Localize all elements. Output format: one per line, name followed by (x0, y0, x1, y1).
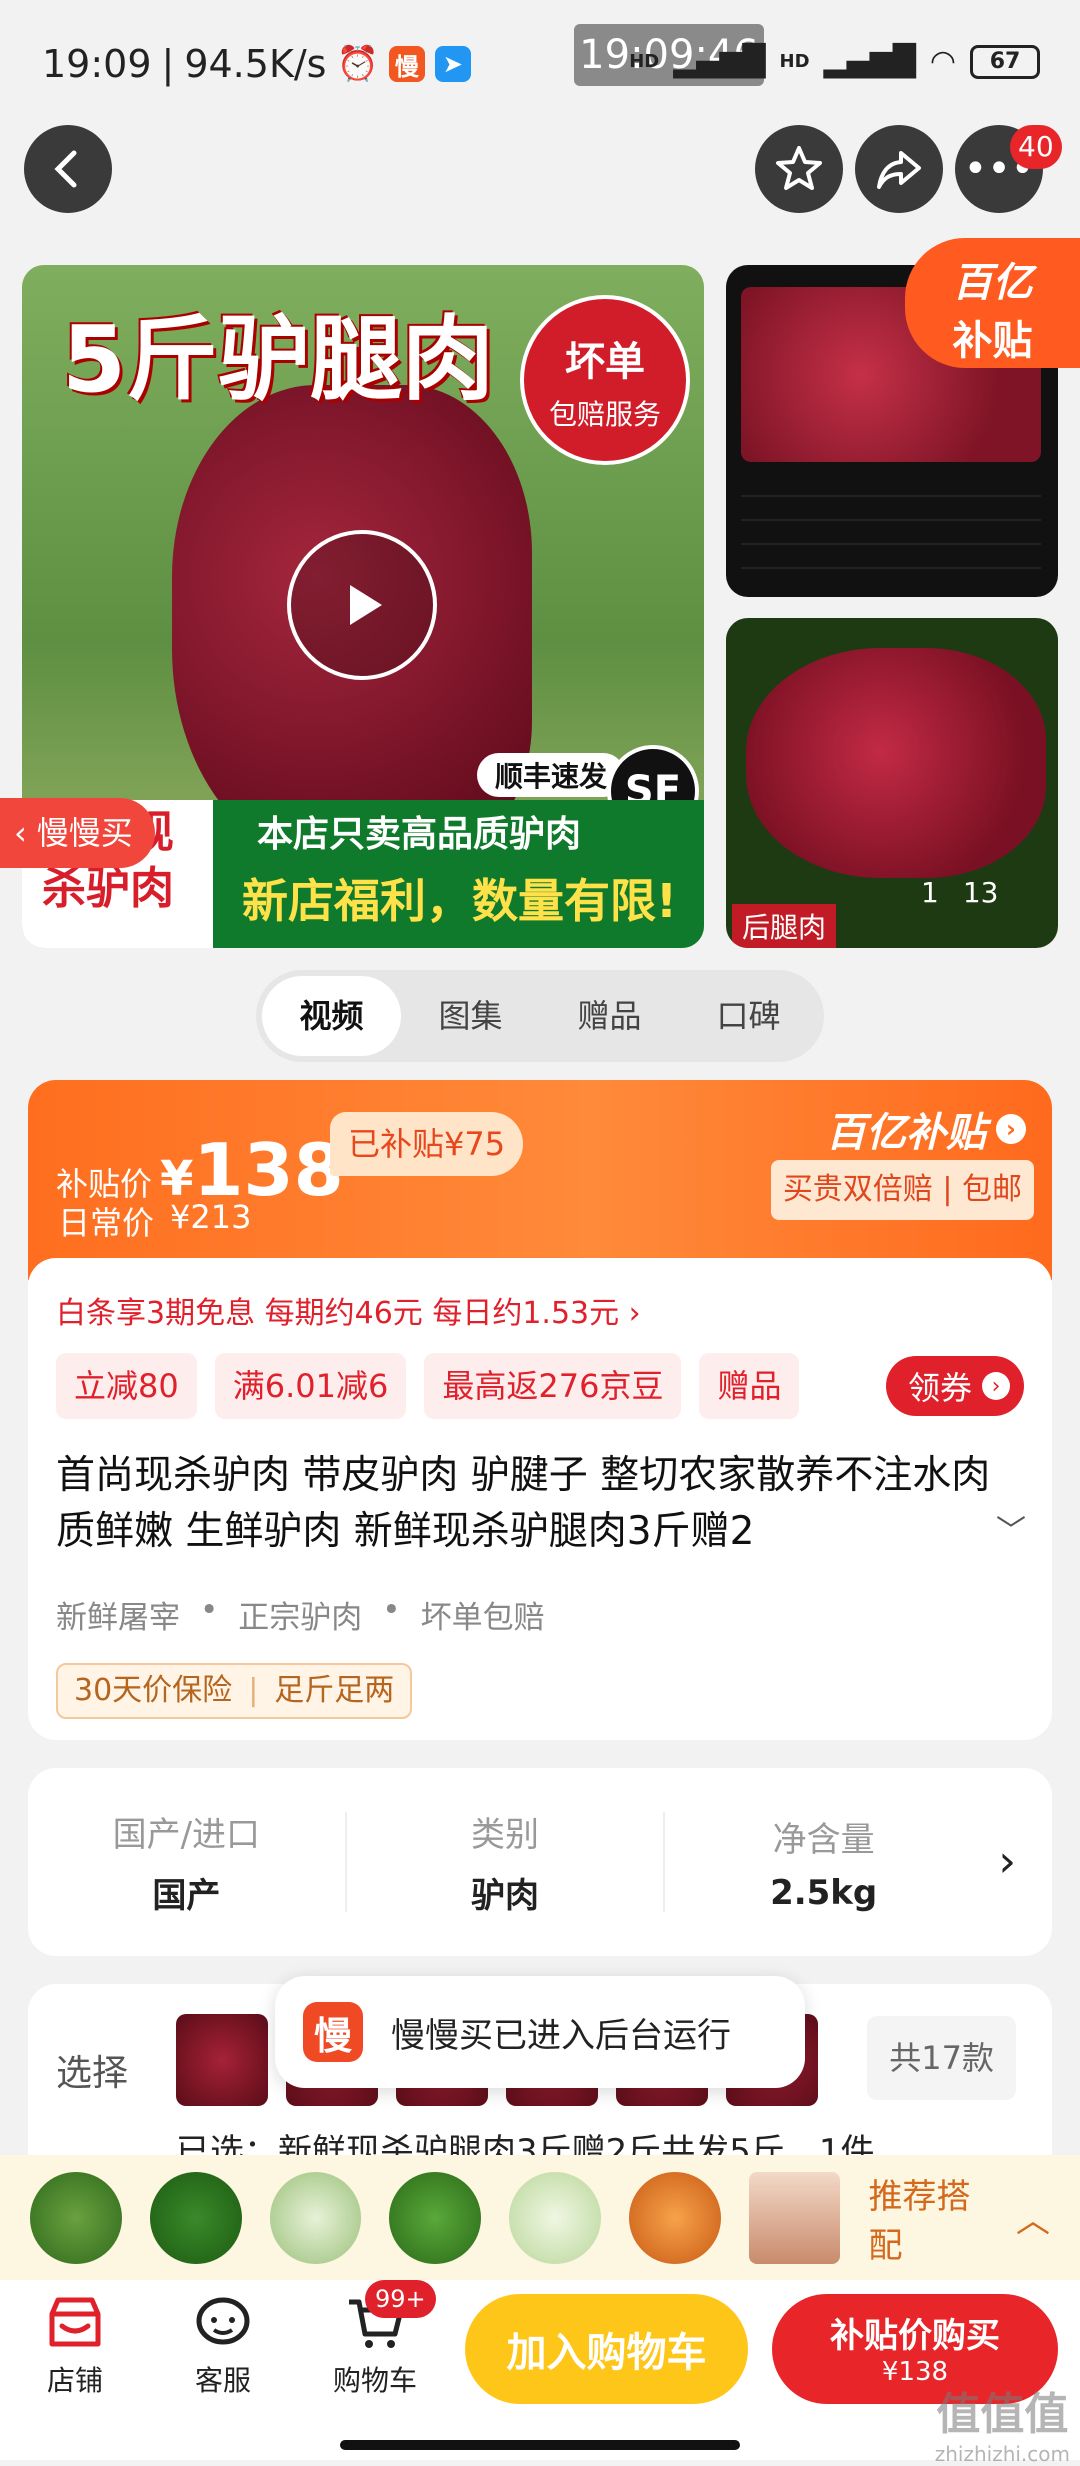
subsidy-brand[interactable]: 百亿补贴 › (826, 1100, 1026, 1158)
welfare-text: 新店福利，数量有限! (242, 874, 677, 928)
battery-icon: 67 (970, 44, 1040, 79)
subsidy-corner: 百亿 补贴 (905, 238, 1080, 368)
chevron-right-icon: › (982, 1372, 1010, 1400)
spec-origin: 国产/进口 国产 (112, 1815, 261, 1916)
product-tags: 新鲜屠宰 • 正宗驴肉 • 坏单包赔 (56, 1592, 545, 1636)
service-tags[interactable]: 30天价保险 | 足斤足两 (56, 1663, 413, 1719)
thumbnail-2[interactable]: 后腿肉 1 13 (726, 618, 1058, 948)
daily-price: 日常价 ¥213 (58, 1198, 252, 1242)
promo-chip[interactable]: 最高返276京豆 (424, 1353, 682, 1419)
promo-chip[interactable]: 立减80 (56, 1353, 197, 1419)
tab-reviews[interactable]: 口碑 (679, 976, 818, 1056)
cart-count-badge: 99+ (365, 2280, 436, 2318)
bottom-bar: 店铺 客服 购物车 99+ 加入购物车 补贴价购买 ¥138 值值值 zhizh… (0, 2280, 1080, 2466)
rear-leg-label: 后腿肉 (732, 904, 837, 948)
promo-chip[interactable]: 满6.01减6 (214, 1353, 407, 1419)
signal-icon-2: ▂▄▆█ (823, 44, 916, 79)
expand-title-icon[interactable]: ﹀ (996, 1506, 1026, 1550)
subsidized-amount: 已补贴¥75 (330, 1112, 524, 1176)
share-button[interactable] (855, 125, 943, 213)
chevron-left-icon: ‹ (14, 814, 27, 852)
alarm-icon: ⏰ (336, 44, 379, 84)
recommend-item[interactable] (628, 2171, 721, 2264)
product-tag: 坏单包赔 (420, 1600, 545, 1636)
signal-icon: ▂▄▆█ (673, 44, 766, 79)
wifi-icon: ◠ (929, 44, 956, 79)
product-tag: 新鲜屠宰 (56, 1600, 180, 1636)
chevron-left-icon (54, 150, 77, 188)
tab-video[interactable]: 视频 (262, 976, 401, 1056)
select-label: 选择 (56, 2053, 129, 2094)
page-indicator: 1 13 (921, 876, 999, 909)
variant-count[interactable]: 共17款 (867, 2016, 1016, 2100)
shop-icon (49, 2297, 101, 2347)
installment-info[interactable]: 白条享3期免息 每期约46元 每日约1.53元 › (56, 1288, 641, 1332)
status-bar: 19:09 | 94.5K/s ⏰ 慢 ➤ 19:09:46 HD ▂▄▆█ H… (0, 0, 1080, 130)
watermark: 值值值 zhizhizhi.com (934, 2389, 1070, 2466)
play-button[interactable] (287, 530, 437, 680)
add-to-cart-button[interactable]: 加入购物车 (465, 2294, 748, 2404)
recommend-item[interactable] (389, 2171, 482, 2264)
product-info-card: 白条享3期免息 每期约46元 每日约1.53元 › 立减80 满6.01减6 最… (28, 1258, 1052, 1740)
app-logo-icon: 慢 (303, 2002, 363, 2062)
promo-chips: 立减80 满6.01减6 最高返276京豆 赠品 (56, 1353, 817, 1419)
variant-thumb[interactable] (176, 2014, 268, 2106)
chevron-right-icon: › (998, 1836, 1016, 1887)
get-coupon-button[interactable]: 领券 › (885, 1356, 1024, 1416)
specs-card[interactable]: 国产/进口 国产 类别 驴肉 净含量 2.5kg › (28, 1768, 1052, 1956)
status-time: 19:09 (42, 42, 152, 86)
promo-chip[interactable]: 赠品 (699, 1353, 800, 1419)
meat-image (746, 648, 1046, 878)
signal-hd-2: HD (779, 51, 810, 72)
status-speed: 94.5K/s (184, 42, 327, 86)
recommend-item[interactable] (269, 2171, 362, 2264)
app-badge-icon: 慢 (388, 46, 425, 82)
more-count-badge: 40 (1010, 125, 1062, 169)
home-indicator (340, 2440, 740, 2450)
nav-shop[interactable]: 店铺 (32, 2294, 118, 2399)
signal-hd-1: HD (629, 51, 660, 72)
tab-gallery[interactable]: 图集 (401, 976, 540, 1056)
recommend-item[interactable] (149, 2171, 242, 2264)
spec-category: 类别 驴肉 (471, 1815, 539, 1916)
tab-gifts[interactable]: 赠品 (540, 976, 679, 1056)
favorite-button[interactable] (755, 125, 843, 213)
recommend-toggle[interactable]: 推荐搭配 ︿ (868, 2169, 1050, 2267)
product-title: 首尚现杀驴肉 带皮驴肉 驴腱子 整切农家散养不注水肉质鲜嫩 生鲜驴肉 新鲜现杀驴… (56, 1453, 991, 1554)
recommend-item[interactable] (30, 2171, 122, 2264)
recommend-strip: 推荐搭配 ︿ (0, 2155, 1080, 2280)
product-tag: 正宗驴肉 (238, 1600, 363, 1636)
chevron-up-icon: ︿ (1016, 2201, 1051, 2241)
play-icon (350, 585, 382, 625)
star-icon (776, 146, 822, 190)
spec-table-image (741, 473, 1041, 583)
media-tabs: 视频 图集 赠品 口碑 (256, 970, 824, 1062)
hero-title: 5斤驴腿肉 (62, 306, 495, 413)
back-button[interactable] (24, 125, 112, 213)
recommend-item[interactable] (748, 2171, 841, 2264)
status-right: HD ▂▄▆█ HD ▂▄▆█ ◠ 67 (629, 44, 1040, 79)
recommend-item[interactable] (509, 2171, 601, 2264)
share-icon (877, 151, 921, 189)
slogan-text: 本店只卖高品质驴肉 (257, 814, 582, 855)
background-toast: 慢 慢慢买已进入后台运行 (275, 1976, 805, 2088)
guarantee-badge: 坏单 包赔服务 (520, 295, 690, 465)
guarantee-tag: 买贵双倍赔 | 包邮 (770, 1160, 1034, 1220)
status-left: 19:09 | 94.5K/s ⏰ 慢 ➤ (42, 42, 471, 86)
nav-customer-service[interactable]: 客服 (180, 2294, 266, 2399)
chat-icon (196, 2297, 250, 2345)
express-label: 顺丰速发 (477, 753, 626, 797)
spec-net-weight: 净含量 2.5kg (770, 1819, 878, 1913)
chevron-right-icon: › (996, 1114, 1026, 1144)
price-bar: 补贴价 ¥ 138 已补贴¥75 日常价 ¥213 百亿补贴 › 买贵双倍赔 |… (28, 1080, 1052, 1280)
location-app-icon: ➤ (434, 46, 471, 82)
back-to-app-chip[interactable]: ‹ 慢慢买 (0, 798, 155, 868)
toast-text: 慢慢买已进入后台运行 (391, 2015, 731, 2056)
